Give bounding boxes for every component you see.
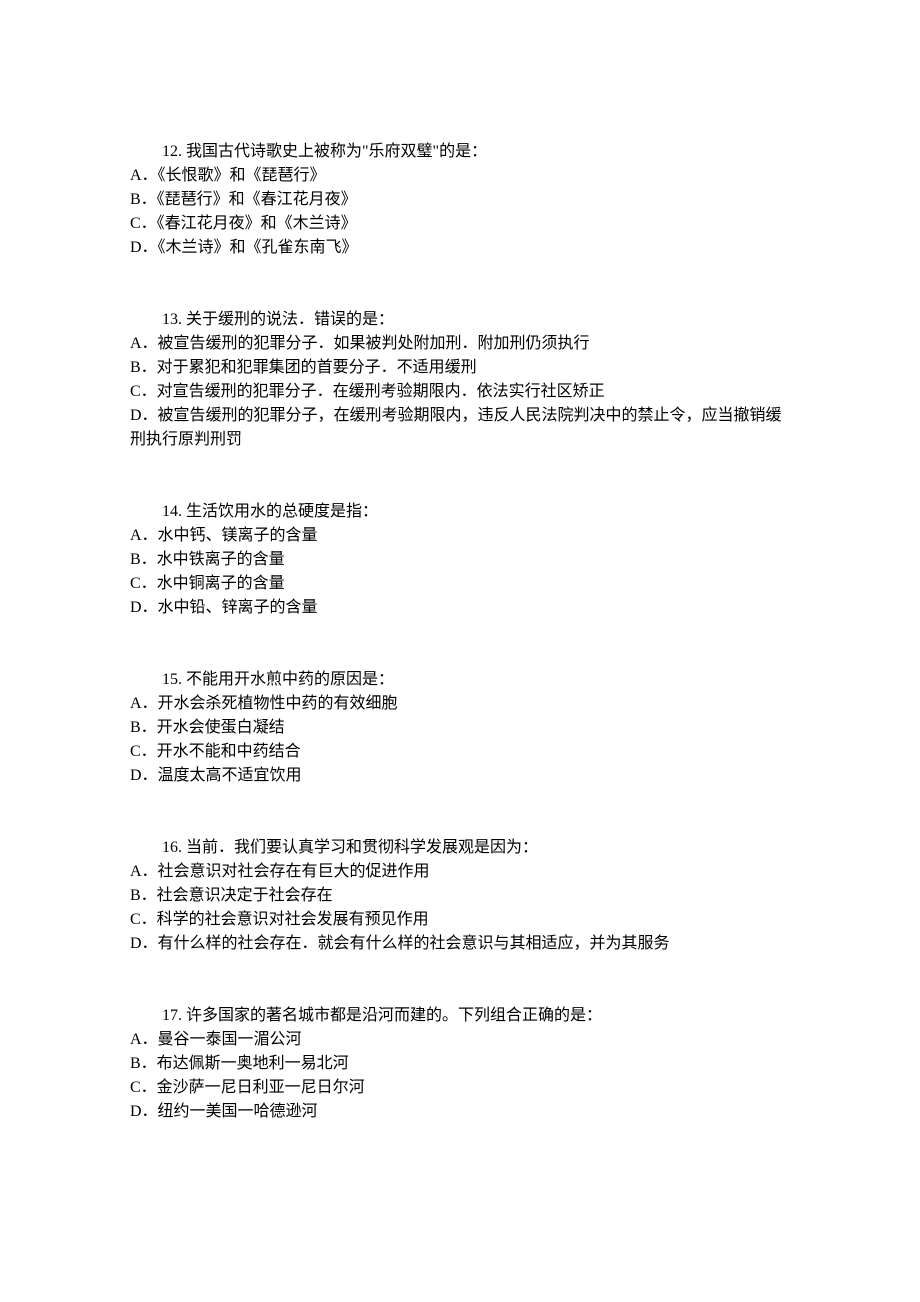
question-body: 许多国家的著名城市都是沿河而建的。下列组合正确的是： <box>186 1007 602 1024</box>
question-14: 14. 生活饮用水的总硬度是指： A．水中钙、镁离子的含量 B．水中铁离子的含量… <box>130 500 790 620</box>
option-c: C．科学的社会意识对社会发展有预见作用 <box>130 908 790 932</box>
option-b: B．开水会使蛋白凝结 <box>130 716 790 740</box>
question-number: 12. <box>162 143 182 160</box>
question-text: 15. 不能用开水煎中药的原因是： <box>130 668 790 692</box>
option-a: A．开水会杀死植物性中药的有效细胞 <box>130 692 790 716</box>
option-a: A．曼谷一泰国一湄公河 <box>130 1028 790 1052</box>
option-d: D．温度太高不适宜饮用 <box>130 764 790 788</box>
option-d: D．《木兰诗》和《孔雀东南飞》 <box>130 236 790 260</box>
option-d: D．有什么样的社会存在．就会有什么样的社会意识与其相适应，并为其服务 <box>130 932 790 956</box>
question-number: 14. <box>162 503 182 520</box>
question-body: 生活饮用水的总硬度是指： <box>186 503 378 520</box>
question-12: 12. 我国古代诗歌史上被称为"乐府双璧"的是： A．《长恨歌》和《琵琶行》 B… <box>130 140 790 260</box>
option-c: C．金沙萨一尼日利亚一尼日尔河 <box>130 1076 790 1100</box>
question-text: 13. 关于缓刑的说法．错误的是： <box>130 308 790 332</box>
question-text: 16. 当前．我们要认真学习和贯彻科学发展观是因为： <box>130 836 790 860</box>
option-a: A．《长恨歌》和《琵琶行》 <box>130 164 790 188</box>
question-text: 17. 许多国家的著名城市都是沿河而建的。下列组合正确的是： <box>130 1004 790 1028</box>
option-a: A．社会意识对社会存在有巨大的促进作用 <box>130 860 790 884</box>
option-d: D．纽约一美国一哈德逊河 <box>130 1100 790 1124</box>
question-number: 17. <box>162 1007 182 1024</box>
option-d: D．水中铅、锌离子的含量 <box>130 596 790 620</box>
question-text: 14. 生活饮用水的总硬度是指： <box>130 500 790 524</box>
question-13: 13. 关于缓刑的说法．错误的是： A．被宣告缓刑的犯罪分子．如果被判处附加刑．… <box>130 308 790 452</box>
question-number: 13. <box>162 311 182 328</box>
question-15: 15. 不能用开水煎中药的原因是： A．开水会杀死植物性中药的有效细胞 B．开水… <box>130 668 790 788</box>
question-body: 当前．我们要认真学习和贯彻科学发展观是因为： <box>186 839 538 856</box>
option-c: C．对宣告缓刑的犯罪分子．在缓刑考验期限内．依法实行社区矫正 <box>130 380 790 404</box>
option-b: B．《琵琶行》和《春江花月夜》 <box>130 188 790 212</box>
option-b: B．对于累犯和犯罪集团的首要分子．不适用缓刑 <box>130 356 790 380</box>
option-c: C．开水不能和中药结合 <box>130 740 790 764</box>
option-a: A．水中钙、镁离子的含量 <box>130 524 790 548</box>
question-17: 17. 许多国家的著名城市都是沿河而建的。下列组合正确的是： A．曼谷一泰国一湄… <box>130 1004 790 1124</box>
option-c: C．水中铜离子的含量 <box>130 572 790 596</box>
question-body: 关于缓刑的说法．错误的是： <box>186 311 394 328</box>
option-d: D．被宣告缓刑的犯罪分子，在缓刑考验期限内，违反人民法院判决中的禁止令，应当撤销… <box>130 404 790 452</box>
question-body: 不能用开水煎中药的原因是： <box>186 671 394 688</box>
option-b: B．布达佩斯一奥地利一易北河 <box>130 1052 790 1076</box>
question-number: 16. <box>162 839 182 856</box>
option-b: B．社会意识决定于社会存在 <box>130 884 790 908</box>
option-a: A．被宣告缓刑的犯罪分子．如果被判处附加刑．附加刑仍须执行 <box>130 332 790 356</box>
question-text: 12. 我国古代诗歌史上被称为"乐府双璧"的是： <box>130 140 790 164</box>
option-c: C．《春江花月夜》和《木兰诗》 <box>130 212 790 236</box>
option-b: B．水中铁离子的含量 <box>130 548 790 572</box>
document-page: 12. 我国古代诗歌史上被称为"乐府双璧"的是： A．《长恨歌》和《琵琶行》 B… <box>0 0 920 1302</box>
question-16: 16. 当前．我们要认真学习和贯彻科学发展观是因为： A．社会意识对社会存在有巨… <box>130 836 790 956</box>
question-body: 我国古代诗歌史上被称为"乐府双璧"的是： <box>186 143 487 160</box>
question-number: 15. <box>162 671 182 688</box>
